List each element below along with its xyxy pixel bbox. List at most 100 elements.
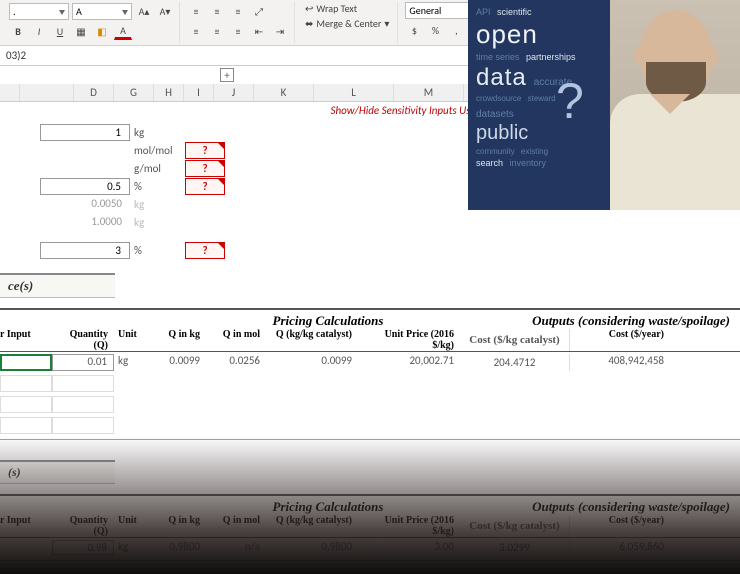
word-data: data — [476, 64, 527, 92]
hdr2-qkg: Q in kg — [146, 515, 206, 537]
selected-cell[interactable] — [0, 354, 52, 371]
hdr2-unit: Unit — [114, 515, 146, 537]
align-right-btn[interactable]: ≡ — [229, 22, 247, 40]
expand-group-btn[interactable]: + — [220, 68, 234, 82]
align-top-btn[interactable]: ≡ — [187, 2, 205, 20]
section2-header: (s) — [0, 460, 115, 484]
align-bot-btn[interactable]: ≡ — [229, 2, 247, 20]
input-unit-1: kg — [130, 126, 180, 139]
align-center-btn[interactable]: ≡ — [208, 22, 226, 40]
bold-btn[interactable]: B — [9, 22, 27, 40]
cell-qkg: 0.0099 — [146, 354, 206, 371]
input-value-7[interactable]: 3 — [40, 242, 130, 259]
merge-group: ↩Wrap Text ⬌Merge & Center ▾ — [297, 2, 398, 43]
input-value-5: 0.0050 — [40, 196, 130, 213]
input-unit-2: mol/mol — [130, 144, 180, 157]
font-family-select[interactable]: . — [9, 3, 69, 20]
hdr-qkg: Q in kg — [146, 329, 206, 351]
underline-btn[interactable]: U — [51, 22, 69, 40]
hdr-unit: Unit — [114, 329, 146, 351]
hdr2-qty: Quantity (Q) — [52, 515, 114, 537]
cell2-costyr: 6,059,860 — [570, 540, 670, 555]
input-unit-7: % — [130, 244, 180, 257]
col-g[interactable]: G — [114, 84, 154, 101]
word-public: public — [476, 122, 528, 145]
orientation-btn[interactable]: ⤢ — [250, 2, 268, 20]
hdr-qmol: Q in mol — [206, 329, 266, 351]
italic-btn[interactable]: I — [30, 22, 48, 40]
table-row[interactable]: 0.01 kg 0.0099 0.0256 0.0099 20,002.71 2… — [0, 352, 740, 373]
warn-4[interactable]: ? — [185, 178, 225, 195]
input-unit-6: kg — [130, 216, 180, 229]
input-value-4[interactable]: 0.5 — [40, 178, 130, 195]
cell2-costcat: 3.0299 — [460, 540, 570, 555]
col-d[interactable]: D — [74, 84, 114, 101]
warn-7[interactable]: ? — [185, 242, 225, 259]
cell-unit: kg — [114, 354, 146, 371]
subhead-1: r Input — [0, 329, 52, 351]
hdr-qcat: Q (kg/kg catalyst) — [266, 329, 358, 351]
border-btn[interactable]: ▦ — [72, 22, 90, 40]
cell2-qty[interactable]: 0.98 — [52, 540, 114, 555]
indent-dec-btn[interactable]: ⇤ — [250, 22, 268, 40]
col-h[interactable]: H — [154, 84, 184, 101]
indent-inc-btn[interactable]: ⇥ — [271, 22, 289, 40]
font-color-btn[interactable]: A — [114, 22, 132, 40]
hdr2-costyr: Cost ($/year) — [570, 515, 670, 537]
cell2-price: 3.00 — [358, 540, 460, 555]
hdr2-costcat: Cost ($/kg catalyst) — [460, 515, 570, 537]
merge-center-btn[interactable]: ⬌Merge & Center ▾ — [302, 17, 392, 30]
question-mark-icon: ? — [556, 72, 584, 130]
outputs-label-1: Outputs (considering waste/spoilage) — [488, 313, 738, 329]
hdr-costcat: Cost ($/kg catalyst) — [460, 329, 570, 351]
align-group: ≡ ≡ ≡ ⤢ ≡ ≡ ≡ ⇤ ⇥ — [182, 2, 295, 43]
hdr-costyr: Cost ($/year) — [570, 329, 670, 351]
hdr2-qmol: Q in mol — [206, 515, 266, 537]
col-m[interactable]: M — [394, 84, 464, 101]
cell-qmol: 0.0256 — [206, 354, 266, 371]
hdr-price: Unit Price (2016 $/kg) — [358, 329, 460, 351]
font-group: . A A▴ A▾ B I U ▦ ◧ A — [4, 2, 180, 43]
cell2-unit: kg — [114, 540, 146, 555]
cell-qty[interactable]: 0.01 — [52, 354, 114, 371]
currency-btn[interactable]: $ — [405, 21, 423, 39]
cell-costcat: 204.4712 — [460, 354, 570, 371]
comma-btn[interactable]: , — [447, 21, 465, 39]
input-value-1[interactable]: 1 — [40, 124, 130, 141]
decrease-font-btn[interactable]: A▾ — [156, 2, 174, 20]
input-value-6: 1.0000 — [40, 214, 130, 231]
outputs-label-2: Outputs (considering waste/spoilage) — [488, 499, 738, 515]
warn-2[interactable]: ? — [185, 142, 225, 159]
cell-price: 20,002.71 — [358, 354, 460, 371]
col-i[interactable]: I — [184, 84, 214, 101]
table-row[interactable]: 0.98 kg 0.9800 n/a 0.9800 3.00 3.0299 6,… — [0, 538, 740, 557]
hdr2-qcat: Q (kg/kg catalyst) — [266, 515, 358, 537]
section1-header: ce(s) — [0, 273, 115, 298]
input-unit-4: % — [130, 180, 180, 193]
pricing-label-2: Pricing Calculations — [168, 499, 488, 515]
warn-3[interactable]: ? — [185, 160, 225, 177]
pricing-section-2: Pricing Calculations Outputs (considerin… — [0, 494, 740, 561]
col-k[interactable]: K — [254, 84, 314, 101]
col-j[interactable]: J — [214, 84, 254, 101]
subhead-2: r Input — [0, 515, 52, 537]
input-unit-5: kg — [130, 198, 180, 211]
hdr2-price: Unit Price (2016 $/kg) — [358, 515, 460, 537]
col-l[interactable]: L — [314, 84, 394, 101]
font-size-select[interactable]: A — [72, 3, 132, 20]
percent-btn[interactable]: % — [426, 21, 444, 39]
align-mid-btn[interactable]: ≡ — [208, 2, 226, 20]
wrap-text-btn[interactable]: ↩Wrap Text — [302, 2, 392, 15]
cell2-qkg: 0.9800 — [146, 540, 206, 555]
cell2-qmol: n/a — [206, 540, 266, 555]
webcam-overlay: API scientific open time series partners… — [468, 0, 740, 210]
align-left-btn[interactable]: ≡ — [187, 22, 205, 40]
cell-costyr: 408,942,458 — [570, 354, 670, 371]
pricing-section-1: Pricing Calculations Outputs (considerin… — [0, 308, 740, 440]
cell2-qcat: 0.9800 — [266, 540, 358, 555]
increase-font-btn[interactable]: A▴ — [135, 2, 153, 20]
fill-color-btn[interactable]: ◧ — [93, 22, 111, 40]
hdr-qty: Quantity (Q) — [52, 329, 114, 351]
merge-icon: ⬌ — [305, 17, 313, 30]
word-open: open — [476, 19, 538, 50]
